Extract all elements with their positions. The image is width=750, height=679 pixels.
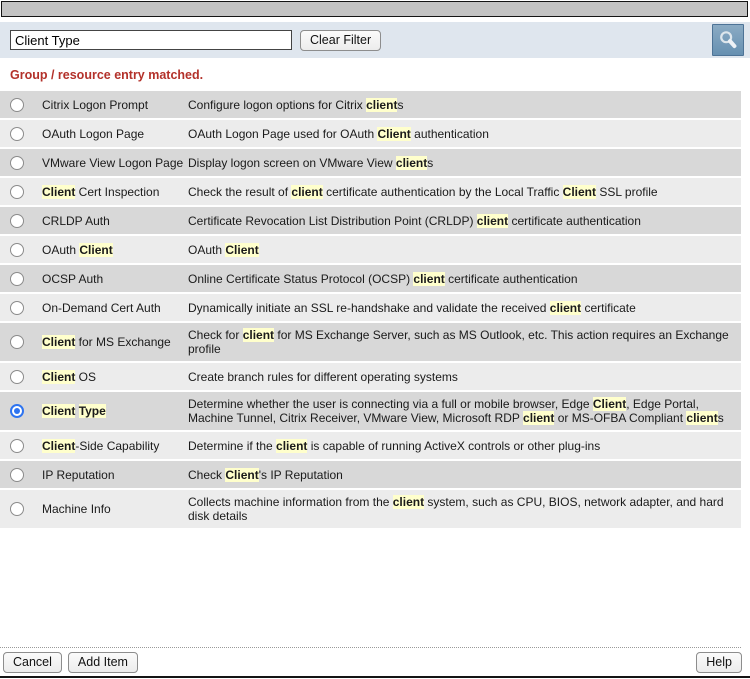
agent-row[interactable]: OAuth Logon Page OAuth Logon Page used f… (0, 120, 741, 147)
radio-button[interactable] (10, 502, 24, 516)
agent-description: Determine if the client is capable of ru… (188, 438, 601, 453)
radio-button[interactable] (10, 155, 24, 170)
match-highlight: Client (79, 242, 113, 257)
agent-name: Client Type (42, 404, 188, 418)
match-highlight: client (523, 411, 555, 425)
match-highlight: client (686, 411, 718, 425)
radio-button[interactable] (10, 438, 24, 453)
agent-row[interactable]: On-Demand Cert Auth Dynamically initiate… (0, 294, 741, 321)
agent-description: Determine whether the user is connecting… (188, 397, 724, 425)
match-highlight: client (549, 300, 582, 315)
radio-button[interactable] (10, 300, 24, 315)
radio-button[interactable] (10, 369, 24, 384)
agent-row[interactable]: OAuth Client OAuth Client (0, 236, 741, 263)
add-item-button[interactable]: Add Item (67, 652, 138, 673)
agent-description: Configure logon options for Citrix clien… (188, 97, 404, 112)
match-highlight: client (242, 328, 275, 342)
agent-row[interactable]: Client Type Determine whether the user i… (0, 392, 741, 430)
match-highlight: Type (78, 404, 106, 418)
match-highlight: Client (225, 467, 259, 482)
agent-description: Check for client for MS Exchange Server,… (188, 328, 729, 356)
match-highlight: Client (562, 184, 596, 199)
agent-name: Client for MS Exchange (42, 335, 171, 349)
radio-button[interactable] (10, 184, 24, 199)
agent-row[interactable]: Machine Info Collects machine informatio… (0, 490, 741, 528)
search-button[interactable] (712, 24, 744, 56)
match-highlight: Client (42, 335, 76, 349)
agent-description: Create branch rules for different operat… (188, 369, 458, 384)
radio-button[interactable] (10, 126, 24, 141)
agent-description: Certificate Revocation List Distribution… (188, 213, 641, 228)
agent-row[interactable]: IP Reputation Check Client's IP Reputati… (0, 461, 741, 488)
radio-button[interactable] (10, 213, 24, 228)
agent-description: Dynamically initiate an SSL re-handshake… (188, 300, 636, 315)
agent-row[interactable]: VMware View Logon Page Display logon scr… (0, 149, 741, 176)
bottom-border (0, 676, 750, 678)
agent-name: Machine Info (42, 502, 111, 516)
agent-row[interactable]: Client OS Create branch rules for differ… (0, 363, 741, 390)
agent-row[interactable]: Client for MS Exchange Check for client … (0, 323, 741, 361)
agent-name: Client Cert Inspection (42, 184, 160, 199)
agent-description: Check the result of client certificate a… (188, 184, 658, 199)
match-highlight: Client (592, 397, 627, 411)
agent-name: CRLDP Auth (42, 213, 110, 228)
agent-name: IP Reputation (42, 467, 115, 482)
agent-row[interactable]: Client-Side Capability Determine if the … (0, 432, 741, 459)
clear-filter-button[interactable]: Clear Filter (300, 30, 382, 51)
filter-input[interactable] (10, 30, 292, 50)
cancel-button[interactable]: Cancel (3, 652, 62, 673)
match-highlight: client (291, 184, 323, 199)
match-highlight: client (276, 438, 308, 453)
help-button[interactable]: Help (696, 652, 742, 673)
agent-row[interactable]: Citrix Logon Prompt Configure logon opti… (0, 91, 741, 118)
match-highlight: Client (225, 242, 259, 257)
agent-name: Client OS (42, 369, 97, 384)
agent-list: Citrix Logon Prompt Configure logon opti… (0, 91, 741, 528)
footer-buttons: Cancel Add Item (3, 652, 138, 673)
filter-bar: Clear Filter (0, 22, 750, 58)
agent-name: OAuth Client (42, 242, 113, 257)
magnifier-icon (717, 29, 739, 51)
match-highlight: client (395, 155, 428, 170)
match-highlight: Client (42, 404, 76, 418)
match-highlight: Client (42, 184, 76, 199)
agent-name: On-Demand Cert Auth (42, 300, 161, 315)
agent-description: Check Client's IP Reputation (188, 467, 343, 482)
footer-divider (0, 647, 741, 648)
match-highlight: Client (42, 369, 76, 384)
match-highlight: client (476, 213, 509, 228)
match-highlight: client (366, 97, 398, 112)
agent-description: Collects machine information from the cl… (188, 495, 724, 523)
radio-button[interactable] (10, 335, 24, 349)
agent-description: OAuth Client (188, 242, 259, 257)
agent-name: VMware View Logon Page (42, 155, 184, 170)
radio-button[interactable] (10, 467, 24, 482)
agent-row[interactable]: OCSP Auth Online Certificate Status Prot… (0, 265, 741, 292)
status-message: Group / resource entry matched. (10, 68, 204, 82)
match-highlight: client (413, 271, 445, 286)
radio-button[interactable] (10, 271, 24, 286)
agent-name: OAuth Logon Page (42, 126, 145, 141)
window-titlebar (1, 1, 748, 17)
match-highlight: client (392, 495, 425, 509)
agent-name: Citrix Logon Prompt (42, 97, 149, 112)
agent-row[interactable]: Client Cert Inspection Check the result … (0, 178, 741, 205)
match-highlight: Client (377, 126, 411, 141)
radio-button[interactable] (10, 97, 24, 112)
agent-description: Display logon screen on VMware View clie… (188, 155, 434, 170)
agent-description: OAuth Logon Page used for OAuth Client a… (188, 126, 489, 141)
agent-description: Online Certificate Status Protocol (OCSP… (188, 271, 578, 286)
radio-button[interactable] (10, 242, 24, 257)
match-highlight: Client (42, 438, 76, 453)
agent-row[interactable]: CRLDP Auth Certificate Revocation List D… (0, 207, 741, 234)
radio-button[interactable] (10, 404, 24, 418)
agent-name: Client-Side Capability (42, 438, 160, 453)
agent-name: OCSP Auth (42, 271, 104, 286)
